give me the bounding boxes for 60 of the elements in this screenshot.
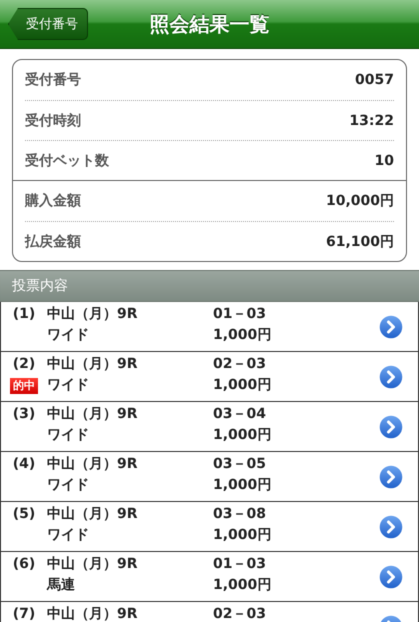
- field-value: 10: [374, 152, 394, 168]
- bet-type: 馬連: [47, 578, 76, 593]
- combination: 02－03: [213, 607, 267, 622]
- bet-row[interactable]: (4) 中山（月）9R ワイド 03－05 1,000円: [0, 452, 419, 502]
- bet-row[interactable]: (1) 中山（月）9R ワイド 01－03 1,000円: [0, 302, 419, 352]
- combination: 03－08: [213, 507, 267, 522]
- bet-number: (3): [12, 407, 36, 422]
- race-name: 中山（月）9R: [47, 407, 139, 422]
- bet-type: ワイド: [47, 428, 90, 443]
- field-value: 10,000円: [326, 192, 394, 210]
- chevron-icon[interactable]: [378, 564, 404, 590]
- field-value: 13:22: [349, 112, 394, 128]
- bet-type: ワイド: [47, 378, 90, 393]
- race-name: 中山（月）9R: [47, 357, 139, 372]
- race-name: 中山（月）9R: [47, 307, 139, 322]
- combination: 01－03: [213, 557, 267, 572]
- bet-type: ワイド: [47, 528, 90, 543]
- field-label: 払戻金額: [25, 232, 81, 250]
- bet-number: (5): [12, 507, 36, 522]
- race-name: 中山（月）9R: [47, 457, 139, 472]
- bet-amount: 1,000円: [213, 578, 272, 593]
- chevron-icon[interactable]: [378, 314, 404, 340]
- bet-row[interactable]: (5) 中山（月）9R ワイド 03－08 1,000円: [0, 502, 419, 552]
- back-button[interactable]: 受付番号: [8, 8, 88, 40]
- field-label: 受付ベット数: [25, 152, 109, 170]
- bet-amount: 1,000円: [213, 528, 272, 543]
- bet-amount: 1,000円: [213, 428, 272, 443]
- bet-type: ワイド: [47, 328, 90, 343]
- bet-number: (2): [12, 357, 36, 372]
- chevron-icon[interactable]: [378, 514, 404, 540]
- chevron-icon[interactable]: [378, 414, 404, 440]
- bet-row[interactable]: (6) 中山（月）9R 馬連 01－03 1,000円: [0, 552, 419, 602]
- race-name: 中山（月）9R: [47, 507, 139, 522]
- field-label: 受付番号: [25, 71, 81, 89]
- bet-number: (7): [12, 607, 36, 622]
- bet-number: (6): [12, 557, 36, 572]
- bet-row[interactable]: (7) 中山（月）9R 02－03: [0, 602, 419, 622]
- hit-badge: 的中: [10, 378, 38, 394]
- field-label: 受付時刻: [25, 112, 81, 130]
- bet-amount: 1,000円: [213, 378, 272, 393]
- combination: 02－03: [213, 357, 267, 372]
- chevron-icon[interactable]: [378, 364, 404, 390]
- bet-row[interactable]: (3) 中山（月）9R ワイド 03－04 1,000円: [0, 402, 419, 452]
- bet-type: ワイド: [47, 478, 90, 493]
- bet-number: (1): [12, 307, 36, 322]
- field-label: 購入金額: [25, 192, 81, 210]
- bet-row[interactable]: (2) 的中 中山（月）9R ワイド 02－03 1,000円: [0, 352, 419, 402]
- race-name: 中山（月）9R: [47, 557, 139, 572]
- chevron-icon[interactable]: [378, 464, 404, 490]
- race-name: 中山（月）9R: [47, 607, 139, 622]
- bet-number: (4): [12, 457, 36, 472]
- combination: 01－03: [213, 307, 267, 322]
- screen-title: 照会結果一覧: [150, 12, 270, 36]
- field-value: 0057: [355, 72, 394, 88]
- combination: 03－04: [213, 407, 267, 422]
- bet-amount: 1,000円: [213, 328, 272, 343]
- bet-amount: 1,000円: [213, 478, 272, 493]
- field-value: 61,100円: [326, 232, 394, 250]
- combination: 03－05: [213, 457, 267, 472]
- section-header: 投票内容: [0, 270, 419, 302]
